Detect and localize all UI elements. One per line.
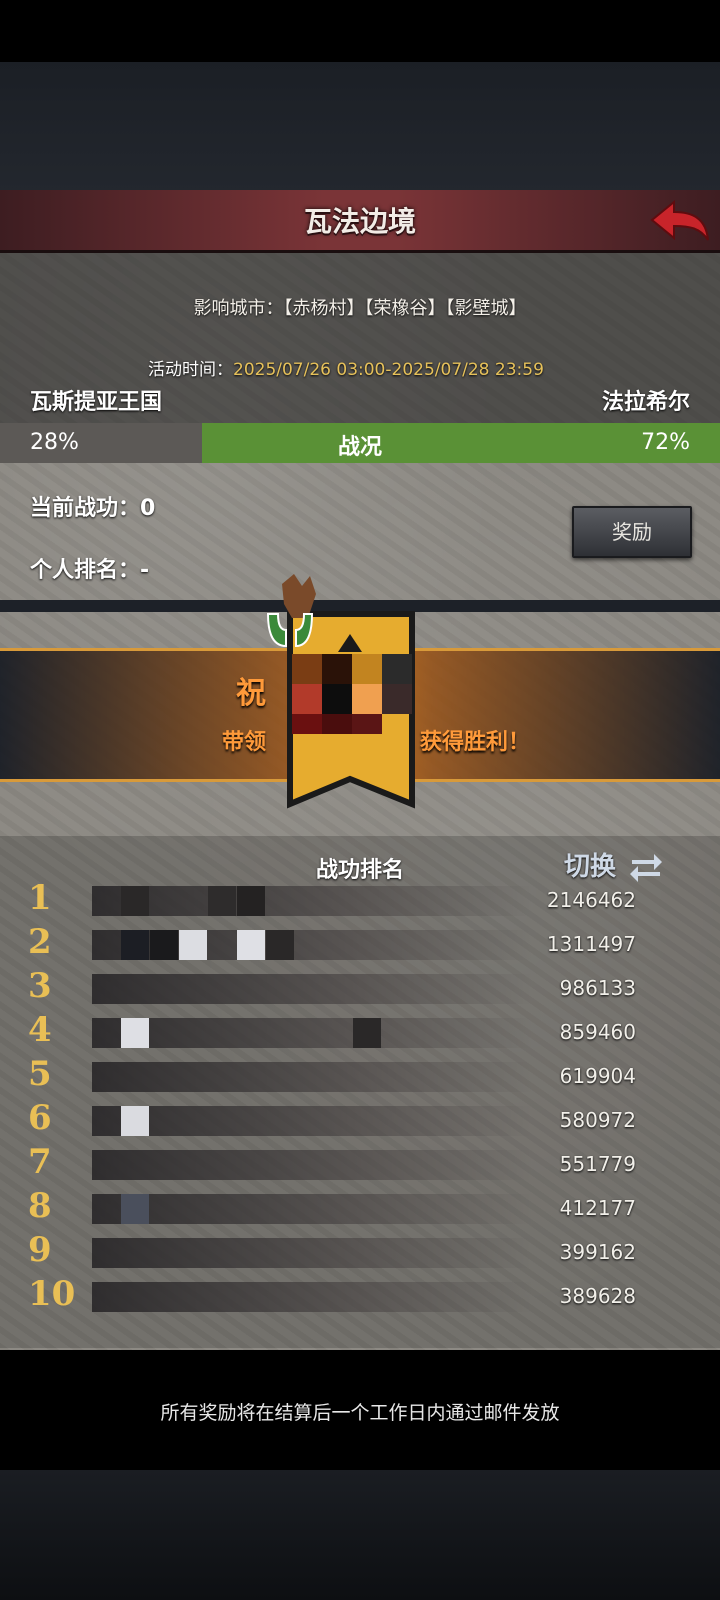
merit-score: 859460: [559, 1020, 636, 1044]
ranking-row[interactable]: 2 1311497: [0, 922, 720, 966]
back-arrow-icon[interactable]: [648, 198, 710, 244]
redaction-pixel: [121, 886, 149, 916]
merit-score: 1311497: [546, 932, 636, 956]
rank-number: 6: [28, 1098, 52, 1138]
redaction-pixel: [237, 930, 265, 960]
affected-cities: 影响城市：【赤杨村】【荣橡谷】【影壁城】: [193, 298, 527, 319]
rank-number: 8: [28, 1186, 52, 1226]
redaction-pixel: [121, 1106, 149, 1136]
merit-score: 399162: [559, 1240, 636, 1264]
rank-number: 4: [28, 1010, 52, 1050]
bottom-background: [0, 1470, 720, 1600]
info-panel: [0, 240, 720, 450]
page-title: 瓦法边境: [303, 205, 416, 238]
player-name-redacted: [92, 1150, 532, 1180]
battle-status-label: 战况: [337, 435, 382, 460]
player-name-redacted: [92, 1106, 532, 1136]
personal-rank: 个人排名：-: [30, 558, 150, 583]
player-name-redacted: [92, 1282, 532, 1312]
rank-number: 3: [28, 966, 52, 1006]
mail-notice: 所有奖励将在结算后一个工作日内通过邮件发放: [160, 1402, 560, 1424]
ranking-row[interactable]: 3 986133: [0, 966, 720, 1010]
merit-score: 412177: [559, 1196, 636, 1220]
right-faction-name: 法拉希尔: [601, 390, 690, 415]
merit-score: 619904: [559, 1064, 636, 1088]
merit-score: 551779: [559, 1152, 636, 1176]
left-faction-name: 瓦斯提亚王国: [30, 390, 163, 415]
ranking-row[interactable]: 8 412177: [0, 1186, 720, 1230]
rank-number: 7: [28, 1142, 52, 1182]
ranking-row[interactable]: 6 580972: [0, 1098, 720, 1142]
rank-number: 10: [28, 1274, 76, 1314]
rank-number: 1: [28, 878, 52, 918]
top-bar: [0, 0, 720, 62]
merit-score: 580972: [559, 1108, 636, 1132]
player-name-redacted: [92, 1018, 532, 1048]
player-name-redacted: [92, 930, 532, 960]
redaction-pixel: [237, 886, 265, 916]
player-name-redacted: [92, 974, 532, 1004]
lead-tail-text: 获得胜利！: [420, 730, 531, 755]
ranking-row[interactable]: 5 619904: [0, 1054, 720, 1098]
lead-text: 带领: [222, 730, 267, 755]
ranking-row[interactable]: 10 389628: [0, 1274, 720, 1318]
redaction-pixel: [353, 1018, 381, 1048]
ranking-row[interactable]: 9 399162: [0, 1230, 720, 1274]
player-name-redacted: [92, 1194, 532, 1224]
player-name-redacted: [92, 1062, 532, 1092]
rank-number: 5: [28, 1054, 52, 1094]
redaction-pixel: [150, 930, 178, 960]
merit-score: 2146462: [546, 888, 636, 912]
redaction-pixel: [266, 930, 294, 960]
background-panel: [0, 62, 720, 192]
redaction-pixel: [121, 1194, 149, 1224]
player-name-redacted: [92, 1238, 532, 1268]
merit-score: 986133: [559, 976, 636, 1000]
redaction-pixel: [121, 1018, 149, 1048]
rank-number: 2: [28, 922, 52, 962]
ranking-row[interactable]: 7 551779: [0, 1142, 720, 1186]
redaction-pixel: [121, 930, 149, 960]
banner-emblem-icon: [266, 574, 415, 809]
reward-button[interactable]: 奖励: [572, 506, 692, 558]
event-time-value: 2025/07/26 03:00-2025/07/28 23:59: [233, 360, 544, 380]
ranking-row[interactable]: 4 859460: [0, 1010, 720, 1054]
merit-score: 389628: [559, 1284, 636, 1308]
right-faction-percent: 72%: [641, 430, 690, 455]
rank-number: 9: [28, 1230, 52, 1270]
redaction-pixel: [179, 930, 207, 960]
event-time-label: 活动时间：: [148, 360, 233, 380]
player-name-redacted: [92, 886, 532, 916]
current-merit: 当前战功：0: [30, 496, 156, 521]
redaction-pixel: [208, 886, 236, 916]
ranking-row[interactable]: 1 2146462: [0, 878, 720, 922]
event-time: 活动时间：2025/07/26 03:00-2025/07/28 23:59: [148, 355, 544, 380]
